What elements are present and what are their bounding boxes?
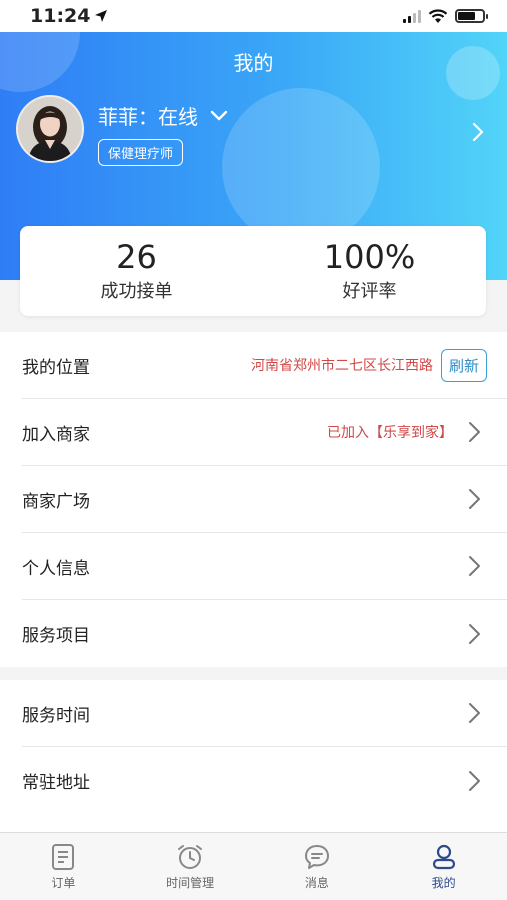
- profile-icon: [432, 844, 455, 870]
- chevron-right-icon: [469, 770, 480, 791]
- tab-bar: 订单 时间管理 消息 我的: [0, 832, 507, 900]
- username-label: 菲菲：在线: [98, 105, 198, 129]
- stat-orders: 26 成功接单: [20, 226, 253, 316]
- page-title: 我的: [233, 51, 274, 75]
- clock-text: 11:24: [30, 5, 91, 27]
- tab-label: 订单: [51, 876, 76, 890]
- menu-item-personal-info[interactable]: 个人信息: [22, 533, 507, 600]
- tab-label: 消息: [304, 876, 329, 890]
- menu-item-label: 服务时间: [22, 705, 90, 726]
- menu-item-address[interactable]: 常驻地址: [22, 747, 507, 814]
- tab-messages[interactable]: 消息: [254, 833, 381, 900]
- tab-label: 我的: [431, 876, 456, 890]
- clock-icon: [178, 845, 203, 869]
- status-time: 11:24: [30, 5, 108, 27]
- message-icon: [304, 845, 329, 869]
- role-badge: 保健理疗师: [98, 139, 184, 166]
- location-arrow-icon: [95, 10, 108, 22]
- stat-rating: 100% 好评率: [253, 226, 486, 316]
- menu-item-partial: [0, 814, 507, 834]
- menu-item-label: 我的位置: [22, 357, 90, 378]
- battery-icon: [455, 9, 488, 23]
- decor-bubble: [222, 88, 380, 246]
- tab-profile[interactable]: 我的: [380, 833, 507, 900]
- location-value: 河南省郑州市二七区长江西路: [250, 358, 433, 374]
- menu-item-join-merchant[interactable]: 加入商家 已加入【乐享到家】: [22, 399, 507, 466]
- stat-value: 26: [116, 238, 157, 276]
- menu-item-label: 加入商家: [22, 424, 90, 445]
- menu-item-label: 个人信息: [22, 558, 90, 579]
- cellular-signal-icon: [403, 9, 421, 23]
- tab-time-management[interactable]: 时间管理: [127, 833, 254, 900]
- orders-icon: [52, 844, 75, 870]
- username-status[interactable]: 菲菲：在线: [98, 101, 228, 130]
- menu-item-location: 我的位置 河南省郑州市二七区长江西路 刷新: [22, 332, 507, 399]
- avatar-photo: [18, 97, 82, 161]
- stat-label: 好评率: [342, 281, 397, 302]
- chevron-down-icon: [210, 110, 228, 120]
- chevron-right-icon[interactable]: [471, 122, 485, 142]
- menu-item-label: 服务项目: [22, 626, 90, 646]
- stat-value: 100%: [323, 238, 416, 276]
- chevron-right-icon: [469, 489, 480, 509]
- wifi-icon: [428, 8, 448, 23]
- stats-card: 26 成功接单 100% 好评率: [20, 226, 486, 316]
- tab-label: 时间管理: [166, 876, 215, 890]
- status-indicators: [403, 8, 488, 24]
- join-merchant-status: 已加入【乐享到家】: [327, 425, 453, 441]
- chevron-right-icon: [469, 556, 480, 576]
- refresh-location-button[interactable]: 刷新: [440, 348, 487, 382]
- chevron-right-icon: [469, 422, 480, 442]
- status-bar: 11:24: [0, 0, 507, 32]
- menu-item-service-time[interactable]: 服务时间: [22, 680, 507, 747]
- chevron-right-icon: [469, 623, 480, 644]
- stat-label: 成功接单: [100, 281, 173, 302]
- menu-item-merchant-square[interactable]: 商家广场: [22, 466, 507, 533]
- chevron-right-icon: [469, 703, 480, 723]
- menu-item-label: 常驻地址: [22, 773, 90, 793]
- menu-item-service-items[interactable]: 服务项目: [22, 600, 507, 667]
- avatar[interactable]: [16, 95, 84, 163]
- tab-orders[interactable]: 订单: [0, 833, 127, 900]
- menu-group-service: 服务时间 常驻地址: [0, 680, 507, 814]
- menu-group-main: 我的位置 河南省郑州市二七区长江西路 刷新 加入商家 已加入【乐享到家】 商家广…: [0, 332, 507, 667]
- menu-item-label: 商家广场: [22, 491, 90, 512]
